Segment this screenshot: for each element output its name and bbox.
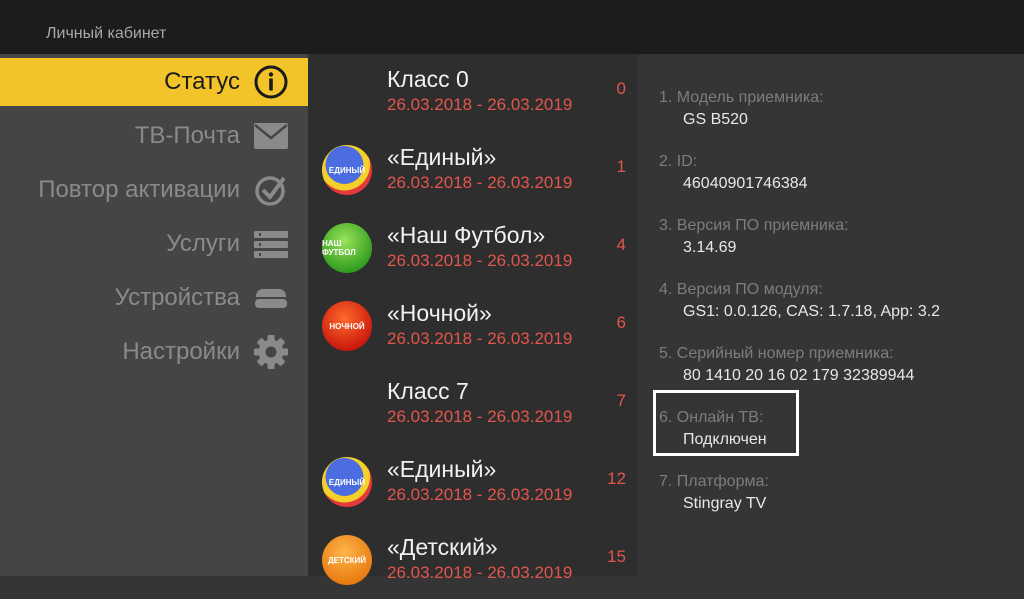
device-icon bbox=[252, 280, 290, 316]
list-icon bbox=[252, 226, 290, 262]
sidebar-item-devices[interactable]: Устройства bbox=[0, 274, 308, 322]
channel-logo: НОЧНОЙ bbox=[322, 301, 372, 351]
channel-logo: НАШ ФУТБОЛ bbox=[322, 223, 372, 273]
channel-name: «Детский» bbox=[387, 534, 498, 560]
channel-number: 4 bbox=[616, 235, 626, 254]
info-id: 2. ID: 46040901746384 bbox=[659, 153, 808, 193]
channel-name: Класс 7 bbox=[387, 378, 469, 404]
info-label: 1. Модель приемника: bbox=[659, 89, 824, 106]
info-value: 3.14.69 bbox=[683, 239, 737, 256]
sidebar-item-tv-mail[interactable]: ТВ-Почта bbox=[0, 112, 308, 160]
sidebar-item-label: Устройства bbox=[114, 284, 240, 311]
channel-row[interactable]: НАШ ФУТБОЛ «Наш Футбол» 26.03.2018 - 26.… bbox=[308, 209, 638, 287]
channel-name: «Наш Футбол» bbox=[387, 222, 546, 248]
channel-name: «Ночной» bbox=[387, 300, 492, 326]
sidebar-item-settings[interactable]: Настройки bbox=[0, 328, 308, 376]
info-platform: 7. Платформа: Stingray TV bbox=[659, 473, 769, 513]
info-label: 2. ID: bbox=[659, 153, 698, 170]
channel-number: 0 bbox=[616, 79, 626, 98]
channel-dates: 26.03.2018 - 26.03.2019 bbox=[387, 173, 573, 192]
channel-row[interactable]: ЕДИНЫЙ «Единый» 26.03.2018 - 26.03.2019 … bbox=[308, 443, 638, 521]
info-firmware: 3. Версия ПО приемника: 3.14.69 bbox=[659, 217, 849, 257]
envelope-icon bbox=[252, 118, 290, 154]
info-model: 1. Модель приемника: GS B520 bbox=[659, 89, 824, 129]
channel-number: 1 bbox=[616, 157, 626, 176]
channel-row[interactable]: ДЕТСКИЙ «Детский» 26.03.2018 - 26.03.201… bbox=[308, 521, 638, 599]
highlight-box bbox=[653, 390, 799, 456]
info-value: Stingray TV bbox=[683, 495, 767, 512]
sidebar-item-label: Повтор активации bbox=[38, 176, 240, 203]
gear-icon bbox=[252, 334, 290, 370]
info-label: 5. Серийный номер приемника: bbox=[659, 345, 894, 362]
info-value: 80 1410 20 16 02 179 32389944 bbox=[683, 367, 915, 384]
channel-logo: ДЕТСКИЙ bbox=[322, 535, 372, 585]
sidebar-menu: Статус ТВ-Почта Повтор активации Услуги … bbox=[0, 54, 308, 576]
channel-name: «Единый» bbox=[387, 456, 497, 482]
channel-row[interactable]: ЕДИНЫЙ «Единый» 26.03.2018 - 26.03.2019 … bbox=[308, 131, 638, 209]
channel-dates: 26.03.2018 - 26.03.2019 bbox=[387, 485, 573, 504]
channel-row[interactable]: Класс 0 26.03.2018 - 26.03.2019 0 bbox=[308, 53, 638, 131]
channel-number: 7 bbox=[616, 391, 626, 410]
channel-row[interactable]: Класс 7 26.03.2018 - 26.03.2019 7 bbox=[308, 365, 638, 443]
check-circle-icon bbox=[252, 172, 290, 208]
receiver-info-panel: 1. Модель приемника: GS B520 2. ID: 4604… bbox=[638, 54, 1024, 576]
channel-dates: 26.03.2018 - 26.03.2019 bbox=[387, 407, 573, 426]
sidebar-item-status[interactable]: Статус bbox=[0, 58, 308, 106]
info-value: GS B520 bbox=[683, 111, 748, 128]
channel-number: 12 bbox=[607, 469, 626, 488]
info-label: 4. Версия ПО модуля: bbox=[659, 281, 823, 298]
info-label: 7. Платформа: bbox=[659, 473, 769, 490]
sidebar-item-reactivation[interactable]: Повтор активации bbox=[0, 166, 308, 214]
channel-name: «Единый» bbox=[387, 144, 497, 170]
info-serial-number: 5. Серийный номер приемника: 80 1410 20 … bbox=[659, 345, 914, 385]
sidebar-item-label: Статус bbox=[164, 68, 240, 95]
top-bar: Личный кабинет bbox=[0, 0, 1024, 54]
sidebar-item-label: ТВ-Почта bbox=[134, 122, 240, 149]
channel-list: Класс 0 26.03.2018 - 26.03.2019 0 ЕДИНЫЙ… bbox=[308, 53, 638, 585]
channel-dates: 26.03.2018 - 26.03.2019 bbox=[387, 251, 573, 270]
sidebar-item-label: Настройки bbox=[122, 338, 240, 365]
sidebar-item-label: Услуги bbox=[166, 230, 240, 257]
channel-dates: 26.03.2018 - 26.03.2019 bbox=[387, 563, 573, 582]
channel-name: Класс 0 bbox=[387, 66, 469, 92]
sidebar-item-services[interactable]: Услуги bbox=[0, 220, 308, 268]
info-icon bbox=[252, 64, 290, 100]
info-module-version: 4. Версия ПО модуля: GS1: 0.0.126, CAS: … bbox=[659, 281, 940, 321]
info-value: 46040901746384 bbox=[683, 175, 808, 192]
info-label: 3. Версия ПО приемника: bbox=[659, 217, 849, 234]
channel-logo: ЕДИНЫЙ bbox=[322, 145, 372, 195]
channel-dates: 26.03.2018 - 26.03.2019 bbox=[387, 329, 573, 348]
channel-dates: 26.03.2018 - 26.03.2019 bbox=[387, 95, 573, 114]
channel-number: 15 bbox=[607, 547, 626, 566]
channel-number: 6 bbox=[616, 313, 626, 332]
page-title: Личный кабинет bbox=[46, 25, 167, 42]
channel-row[interactable]: НОЧНОЙ «Ночной» 26.03.2018 - 26.03.2019 … bbox=[308, 287, 638, 365]
channel-logo: ЕДИНЫЙ bbox=[322, 457, 372, 507]
info-value: GS1: 0.0.126, CAS: 1.7.18, App: 3.2 bbox=[683, 303, 941, 320]
